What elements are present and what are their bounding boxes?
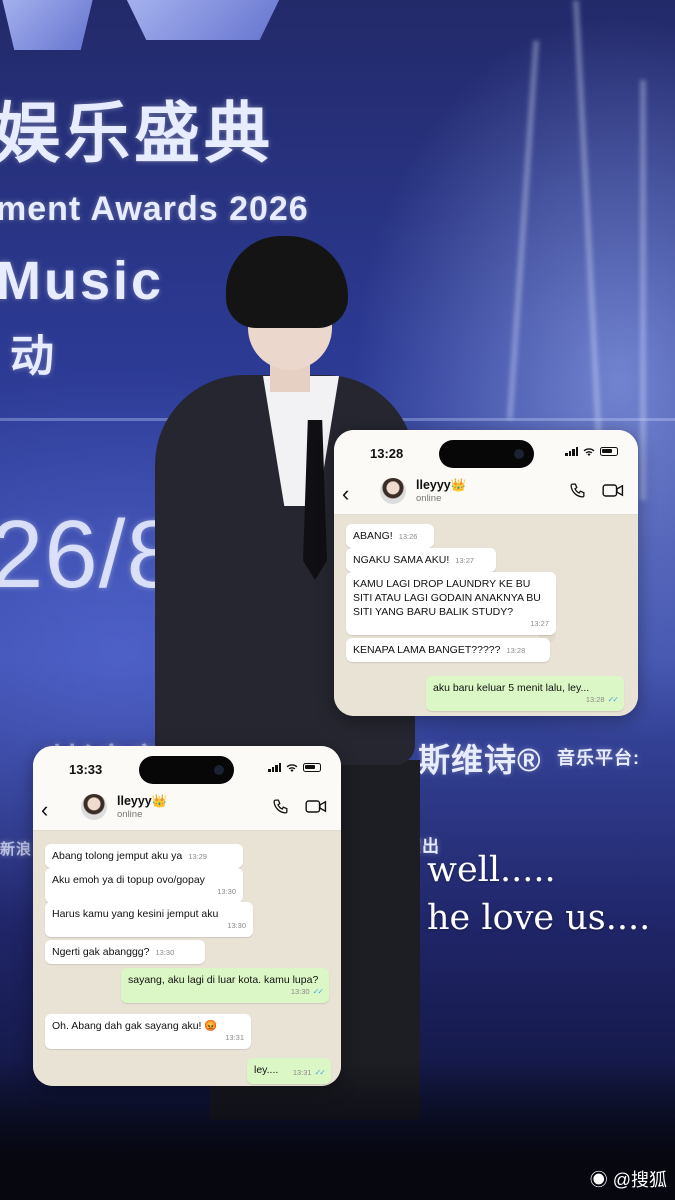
status-time: 13:28 <box>370 446 404 461</box>
partner-partial: 新浪 <box>0 841 33 858</box>
wifi-icon <box>286 764 298 772</box>
message-text: KAMU LAGI DROP LAUNDRY KE BU SITI ATAU L… <box>353 578 541 618</box>
message-text: KENAPA LAMA BANGET????? <box>353 644 501 656</box>
incoming-message[interactable]: Abang tolong jemput aku ya 13:29 <box>45 844 243 868</box>
chevron-left-icon[interactable]: ‹ <box>41 796 48 824</box>
event-date-fragment: 26/8 <box>0 501 181 608</box>
chat-screenshot-bottom: 13:33 ‹ lleyyy👑 online Abang tolong jemp… <box>33 746 341 1086</box>
watermark-text: @搜狐 <box>612 1170 667 1190</box>
light-streak <box>640 80 646 500</box>
message-timestamp: 13:30 <box>227 921 246 930</box>
status-bar: 13:33 <box>33 746 341 792</box>
contact-status: online <box>416 493 442 504</box>
read-receipt-icon: ✓✓ <box>607 695 619 704</box>
message-timestamp: 13:27 <box>530 619 549 628</box>
contact-name[interactable]: lleyyy👑 <box>117 794 167 809</box>
contact-name[interactable]: lleyyy👑 <box>416 478 466 493</box>
incoming-message[interactable]: Oh. Abang dah gak sayang aku! 😡 13:31 <box>45 1014 251 1049</box>
status-icons <box>268 763 321 772</box>
message-text: Oh. Abang dah gak sayang aku! 😡 <box>52 1020 218 1032</box>
message-text: Abang tolong jemput aku ya <box>52 850 183 862</box>
message-text: ABANG! <box>353 530 393 542</box>
message-timestamp: 13:30 ✓✓ <box>290 987 324 996</box>
incoming-message[interactable]: Aku emoh ya di topup ovo/gopay 13:30 <box>45 868 243 903</box>
message-timestamp: 13:30 <box>155 948 175 957</box>
incoming-message[interactable]: NGAKU SAMA AKU! 13:27 <box>346 548 496 572</box>
message-text: NGAKU SAMA AKU! <box>353 554 450 566</box>
status-icons <box>565 447 618 456</box>
chat-header: ‹ lleyyy👑 online <box>33 792 341 831</box>
crystal-decoration <box>0 0 95 50</box>
message-timestamp: 13:28 <box>506 646 526 655</box>
message-text: Harus kamu yang kesini jemput aku <box>52 908 219 920</box>
incoming-message[interactable]: Harus kamu yang kesini jemput aku 13:30 <box>45 902 253 937</box>
status-bar: 13:28 <box>334 430 638 476</box>
event-title-cn: 娱乐盛典 <box>0 96 274 170</box>
crystal-decoration <box>122 0 284 40</box>
read-receipt-icon: ✓✓ <box>312 987 324 996</box>
event-subtitle-cn: 动 <box>10 332 55 381</box>
incoming-message[interactable]: Ngerti gak abanggg? 13:30 <box>45 940 205 964</box>
incoming-message[interactable]: ABANG! 13:26 <box>346 524 434 548</box>
message-timestamp: 13:27 <box>455 556 475 565</box>
chat-screenshot-top: 13:28 ‹ lleyyy👑 online ABANG! 13:26 NGAKU … <box>334 430 638 716</box>
sponsor-logo-text: 斯维诗® <box>418 742 542 778</box>
outgoing-message[interactable]: sayang, aku lagi di luar kota. kamu lupa… <box>121 968 329 1003</box>
chevron-left-icon[interactable]: ‹ <box>342 480 349 508</box>
incoming-message[interactable]: KAMU LAGI DROP LAUNDRY KE BU SITI ATAU L… <box>346 572 556 635</box>
cellular-signal-icon <box>268 763 281 772</box>
message-text: sayang, aku lagi di luar kota. kamu lupa… <box>128 974 319 986</box>
dynamic-island <box>439 440 534 468</box>
overlay-caption-line2: he love us.... <box>427 898 651 938</box>
phone-icon[interactable] <box>569 482 586 499</box>
message-text: Ngerti gak abanggg? <box>52 946 150 958</box>
overlay-caption-line1: well..... <box>427 850 556 890</box>
avatar[interactable] <box>380 478 406 504</box>
message-timestamp: 13:30 <box>217 887 236 896</box>
avatar[interactable] <box>81 794 107 820</box>
message-timestamp: 13:31 <box>225 1033 244 1042</box>
message-list: ABANG! 13:26 NGAKU SAMA AKU! 13:27 KAMU LAGI… <box>334 516 638 716</box>
message-text: Aku emoh ya di topup ovo/gopay <box>52 874 205 886</box>
platform-label: 音乐平台: <box>557 748 640 768</box>
chat-header: ‹ lleyyy👑 online <box>334 476 638 515</box>
outgoing-message[interactable]: ley.... 13:31 ✓✓ <box>247 1058 331 1084</box>
message-list: Abang tolong jemput aku ya 13:29 Aku emoh … <box>33 832 341 1086</box>
source-watermark: ◉ @搜狐 <box>590 1166 667 1192</box>
status-time: 13:33 <box>69 762 103 777</box>
message-text: ley.... <box>254 1064 279 1076</box>
cellular-signal-icon <box>565 447 578 456</box>
wifi-icon <box>583 448 595 456</box>
read-receipt-icon: ✓✓ <box>314 1068 326 1077</box>
battery-icon <box>600 447 618 456</box>
video-camera-icon[interactable] <box>602 482 624 499</box>
message-timestamp: 13:29 <box>188 852 207 861</box>
message-text: aku baru keluar 5 menit lalu, ley... <box>433 682 590 694</box>
dynamic-island <box>139 756 234 784</box>
incoming-message[interactable]: KENAPA LAMA BANGET????? 13:28 <box>346 638 550 662</box>
outgoing-message[interactable]: aku baru keluar 5 menit lalu, ley... 13:2… <box>426 676 624 711</box>
message-timestamp: 13:28 ✓✓ <box>585 695 619 704</box>
phone-icon[interactable] <box>272 798 289 815</box>
message-timestamp: 13:26 <box>398 532 418 541</box>
battery-icon <box>303 763 321 772</box>
video-camera-icon[interactable] <box>305 798 327 815</box>
event-title-en: ment Awards 2026 <box>0 190 309 228</box>
contact-status: online <box>117 809 143 820</box>
event-subtitle-en: Music <box>0 251 165 311</box>
weibo-icon: ◉ <box>589 1170 608 1190</box>
message-timestamp: 13:31 ✓✓ <box>292 1068 326 1077</box>
